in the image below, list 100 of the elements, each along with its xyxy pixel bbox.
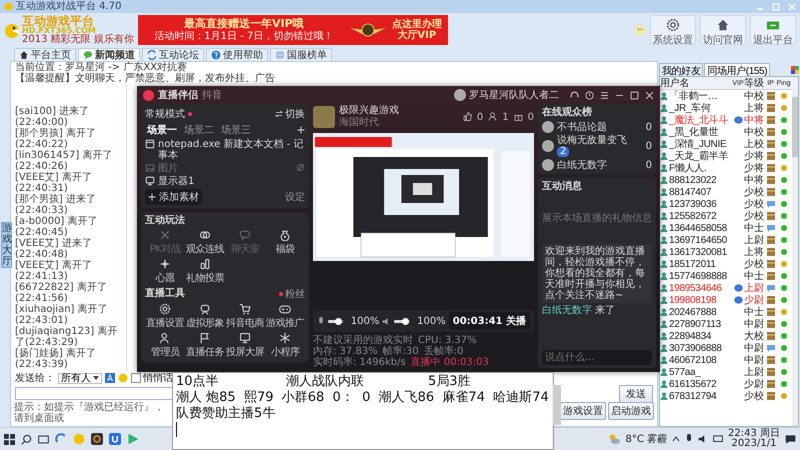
chevron-up-icon[interactable] <box>672 435 680 443</box>
end-stream-button[interactable]: 00:03:41 关播 <box>448 312 530 330</box>
user-tab[interactable]: 同场用户(155) <box>704 63 770 76</box>
settings-link[interactable]: 设定 <box>285 190 305 204</box>
user-name[interactable]: 22894834 <box>669 330 712 342</box>
user-name[interactable]: _深情_JUNIE <box>669 137 726 151</box>
user-name[interactable]: _魔法_北斗斗 <box>669 113 728 127</box>
square-app-icon[interactable] <box>109 433 121 445</box>
add-source-button[interactable]: 添加素材 <box>145 189 202 205</box>
user-name[interactable]: 1989534646 <box>669 282 722 294</box>
viewer-name[interactable]: 不书品论题 <box>557 122 643 132</box>
toolbar-button[interactable]: 系统设置 <box>650 15 696 45</box>
mic-volume-slider[interactable] <box>328 320 344 322</box>
user-name[interactable]: 88147407 <box>669 186 712 198</box>
switch-link[interactable]: 切换 <box>285 107 305 121</box>
scene-tab[interactable]: 场景一 <box>145 123 179 137</box>
source-item[interactable]: notepad.exe 新建文本文档 - 记事本 <box>158 139 305 161</box>
scrollbar-thumb[interactable] <box>792 97 798 157</box>
letter-app-icon[interactable] <box>91 433 103 445</box>
user-name[interactable]: _黑_化量世 <box>669 125 718 139</box>
account-name[interactable]: 罗马星河队队人者二 <box>469 88 559 102</box>
headset-icon[interactable] <box>570 90 579 100</box>
user-name[interactable]: 「非鹤一… <box>669 89 718 103</box>
user-name[interactable]: 577aa_ <box>669 366 701 378</box>
feature-button[interactable]: 观众连线 <box>185 229 225 256</box>
slider-fill[interactable] <box>394 320 406 322</box>
tool-button[interactable]: 投屏大屏 <box>225 332 265 359</box>
tool-button[interactable]: 游戏推广 <box>265 303 305 330</box>
user-name[interactable]: 13617320081 <box>669 246 727 258</box>
recipient-dropdown[interactable]: 所有人 <box>58 372 102 384</box>
user-name[interactable]: 460672108 <box>669 354 716 366</box>
close-icon[interactable] <box>645 90 654 100</box>
user-name[interactable]: 13697164650 <box>669 234 727 246</box>
toolbar-button[interactable]: 退出平台 <box>750 15 796 45</box>
user-name[interactable]: _JR_车何 <box>669 101 711 115</box>
tool-button[interactable]: 直播设置 <box>145 303 185 330</box>
user-name[interactable]: 2278907113 <box>669 318 721 330</box>
microphone-icon[interactable] <box>317 316 325 326</box>
nav-tab[interactable]: 使用帮助 <box>206 48 268 61</box>
avatar[interactable] <box>454 89 466 101</box>
user-name[interactable]: 202467888 <box>669 306 716 318</box>
game-button[interactable]: 启动游戏 <box>608 402 654 420</box>
plus-icon[interactable] <box>297 126 305 134</box>
user-name[interactable]: 13644658058 <box>669 222 727 234</box>
whisper-checkbox[interactable]: 悄悄话 <box>131 371 173 385</box>
vip-banner[interactable]: 最高直接赠送一年VIP哦 活动时间：1月1日 - 7日，切勿错过哦！ 点这里办理 大厅VIP <box>138 15 448 45</box>
tool-button[interactable]: 直播任务 <box>185 332 225 359</box>
game-button[interactable]: 游戏设置 <box>560 402 606 420</box>
network-icon[interactable] <box>713 434 723 444</box>
clock[interactable]: 22:43 周日 2023/1/1 <box>728 429 780 449</box>
user-name[interactable]: 888123022 <box>669 174 716 186</box>
send-button[interactable]: 发送 <box>619 384 653 402</box>
swirl-app-icon[interactable] <box>55 433 67 445</box>
notification-icon[interactable] <box>785 434 796 444</box>
mode-selector[interactable]: 常规模式 <box>145 107 185 121</box>
menu-icon[interactable] <box>600 90 609 100</box>
scrollbar-thumb[interactable] <box>552 385 561 425</box>
fans-link[interactable]: 粉丝 <box>285 287 305 301</box>
room-title[interactable]: 极限兴趣游戏 <box>339 105 399 117</box>
maximize-icon[interactable] <box>630 90 639 100</box>
user-name[interactable]: 185172011 <box>669 258 716 270</box>
feature-button[interactable]: 礼物投票 <box>185 258 225 285</box>
nav-tab[interactable]: 国服榜单 <box>270 48 332 61</box>
weather-text[interactable]: 8°C 雾霾 <box>625 432 667 446</box>
user-name[interactable]: 3073906888 <box>669 342 722 354</box>
toolbar-button[interactable]: 访问官网 <box>700 15 746 45</box>
user-name[interactable]: 678312794 <box>669 390 716 402</box>
scene-tab[interactable]: 场景二 <box>182 123 216 137</box>
tool-button[interactable]: 虚拟形象 <box>185 303 225 330</box>
scene-tab[interactable]: 场景三 <box>219 123 253 137</box>
microphone-icon[interactable] <box>685 434 693 444</box>
task-view-icon[interactable] <box>38 434 49 444</box>
palette-icon[interactable] <box>791 66 799 74</box>
feature-button[interactable]: 福袋 <box>265 229 305 256</box>
nav-tab[interactable]: 平台主页 <box>14 48 76 61</box>
comment-input[interactable]: 说点什么... <box>542 350 652 365</box>
user-tab[interactable]: 我的好友 <box>659 63 704 76</box>
speaker-volume-slider[interactable] <box>394 320 410 322</box>
info-icon[interactable] <box>585 90 594 100</box>
viewer-name[interactable]: 说梅无敌量变飞 <box>557 135 643 146</box>
user-name[interactable]: 123739036 <box>669 198 716 210</box>
side-tab[interactable]: 游戏大厅 <box>1 222 12 268</box>
tool-button[interactable]: 小程序 <box>265 332 305 359</box>
windows-logo-icon[interactable] <box>4 434 15 444</box>
message-input[interactable] <box>15 387 175 400</box>
nav-tab[interactable]: 互动论坛 <box>142 48 204 61</box>
join-user-name[interactable]: 白纸无数字 <box>542 305 592 316</box>
feature-button[interactable]: 心愿 <box>145 258 185 285</box>
viewer-name[interactable]: 白纸无数字 <box>557 160 643 170</box>
user-name[interactable]: _天龙_霸半羊 <box>669 149 728 163</box>
eye-off-icon[interactable] <box>296 163 305 172</box>
user-name[interactable]: 199808198 <box>669 294 716 306</box>
search-icon[interactable] <box>21 434 32 444</box>
user-name[interactable]: 616135672 <box>669 378 716 390</box>
source-item[interactable]: 显示器1 <box>158 176 194 187</box>
slider-fill[interactable] <box>328 320 340 322</box>
tool-button[interactable]: 管理员 <box>145 332 185 359</box>
nav-tab[interactable]: 新闻频道 <box>78 48 140 61</box>
user-name[interactable]: 15774698888 <box>669 270 727 282</box>
tool-button[interactable]: 抖音电商 <box>225 303 265 330</box>
